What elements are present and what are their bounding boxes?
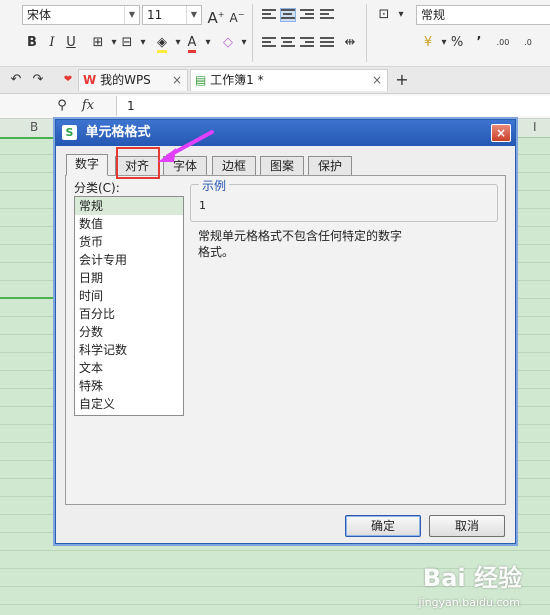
justify-icon[interactable] xyxy=(320,37,334,49)
chevron-down-icon[interactable]: ▾ xyxy=(133,33,153,53)
underline-button[interactable]: U xyxy=(61,33,81,53)
redo-icon[interactable]: ↷ xyxy=(28,70,48,90)
list-item[interactable]: 科学记数 xyxy=(75,341,183,359)
shrink-font-button[interactable]: A− xyxy=(227,5,247,25)
align-center-icon[interactable] xyxy=(281,37,295,49)
tab-patterns[interactable]: 图案 xyxy=(260,156,304,175)
align-right-icon[interactable] xyxy=(300,37,314,49)
list-item[interactable]: 文本 xyxy=(75,359,183,377)
column-header-i[interactable]: I xyxy=(533,120,537,134)
description-line: 格式。 xyxy=(198,245,235,259)
grow-font-button[interactable]: A+ xyxy=(206,5,226,27)
document-tab-bar: ↶ ↷ ❤ W 我的WPS × ▤ 工作簿1 * × + xyxy=(0,67,550,94)
category-label: 分类(C): xyxy=(74,181,120,195)
distribute-icon: ⇹ xyxy=(344,35,356,50)
formula-input[interactable]: 1 xyxy=(116,96,550,116)
tab-workbook-label: 工作簿1 * xyxy=(210,73,264,87)
tab-my-wps-label: 我的WPS xyxy=(100,73,151,87)
eraser-icon: ◇ xyxy=(223,35,233,50)
list-item[interactable]: 货币 xyxy=(75,233,183,251)
wrap-text-icon[interactable] xyxy=(320,9,334,21)
merge-center-icon: ⊡ xyxy=(378,7,390,22)
sample-value: 1 xyxy=(199,199,206,212)
number-tab-panel: 分类(C): 常规 数值 货币 会计专用 日期 时间 百分比 分数 科学记数 文… xyxy=(65,175,506,505)
font-name-select[interactable]: 宋体 ▼ xyxy=(22,5,140,25)
tab-protection[interactable]: 保护 xyxy=(308,156,352,175)
number-format-value: 常规 xyxy=(421,8,446,22)
cancel-button[interactable]: 取消 xyxy=(429,515,505,537)
chevron-down-icon: ▼ xyxy=(186,6,201,24)
tab-my-wps[interactable]: W 我的WPS × xyxy=(78,69,188,91)
list-item[interactable]: 时间 xyxy=(75,287,183,305)
font-size-value: 11 xyxy=(147,8,163,22)
description-line: 常规单元格格式不包含任何特定的数字 xyxy=(198,229,403,243)
undo-icon[interactable]: ↶ xyxy=(6,70,26,90)
close-icon[interactable]: × xyxy=(172,70,182,90)
column-header-b[interactable]: B xyxy=(30,120,38,134)
align-middle-icon[interactable] xyxy=(280,8,296,22)
tab-number[interactable]: 数字 xyxy=(66,154,108,176)
wps-logo-icon: W xyxy=(83,73,97,87)
tab-workbook[interactable]: ▤ 工作簿1 * × xyxy=(190,69,388,91)
chevron-down-icon[interactable]: ▾ xyxy=(391,5,411,25)
ribbon-toolbar: 宋体 ▼ 11 ▼ A+ A− B I U ⊞ ▾ ⊟ ▾ ◈ ▾ A ▾ ◇ … xyxy=(0,0,550,67)
app-icon: S xyxy=(62,125,77,140)
font-name-value: 宋体 xyxy=(27,8,52,22)
number-format-select[interactable]: 常规 xyxy=(416,5,550,25)
list-item[interactable]: 常规 xyxy=(75,197,183,215)
list-item[interactable]: 百分比 xyxy=(75,305,183,323)
sample-label: 示例 xyxy=(199,177,230,194)
list-item[interactable]: 特殊 xyxy=(75,377,183,395)
format-cells-dialog: S 单元格格式 × 数字 对齐 字体 边框 图案 保护 分类(C): 常规 数值… xyxy=(55,119,516,544)
paint-bucket-icon: ◈ xyxy=(157,36,167,53)
distribute-button[interactable]: ⇹ xyxy=(340,33,360,53)
borders-icon: ⊞ xyxy=(92,35,104,50)
italic-button[interactable]: I xyxy=(42,33,62,53)
coins-icon: ¥ xyxy=(423,35,433,50)
function-button[interactable]: fx xyxy=(78,96,98,116)
format-description: 常规单元格格式不包含任何特定的数字 格式。 xyxy=(198,228,498,260)
formula-bar: ⚲ fx 1 xyxy=(0,94,550,119)
dialog-title-bar[interactable]: S 单元格格式 × xyxy=(56,120,515,146)
list-item[interactable]: 会计专用 xyxy=(75,251,183,269)
align-bottom-icon[interactable] xyxy=(300,9,314,21)
watermark-brand: Bai 经验 xyxy=(422,564,522,592)
decrease-decimal-button[interactable]: .0 xyxy=(518,33,538,53)
close-icon[interactable]: × xyxy=(372,70,382,90)
watermark-url: jingyan.baidu.com xyxy=(418,596,520,609)
list-item[interactable]: 自定义 xyxy=(75,395,183,413)
bold-button[interactable]: B xyxy=(22,33,42,53)
selection-border-top xyxy=(0,137,60,139)
new-tab-button[interactable]: + xyxy=(392,70,412,90)
close-icon[interactable]: × xyxy=(491,124,511,142)
align-left-icon[interactable] xyxy=(262,37,276,49)
list-item[interactable]: 数值 xyxy=(75,215,183,233)
list-item[interactable]: 日期 xyxy=(75,269,183,287)
font-size-select[interactable]: 11 ▼ xyxy=(142,5,202,25)
sample-group: 示例 1 xyxy=(190,177,498,222)
percent-button[interactable]: % xyxy=(447,33,467,53)
category-list[interactable]: 常规 数值 货币 会计专用 日期 时间 百分比 分数 科学记数 文本 特殊 自定… xyxy=(74,196,184,416)
zoom-icon[interactable]: ⚲ xyxy=(52,96,72,116)
shrink-font-icon: A xyxy=(229,11,238,25)
grow-font-icon: A xyxy=(207,9,218,27)
dialog-title: 单元格格式 xyxy=(85,125,151,140)
ok-button[interactable]: 确定 xyxy=(345,515,421,537)
divider xyxy=(366,4,367,62)
pin-icon[interactable]: ❤ xyxy=(58,70,78,90)
chevron-down-icon: ▼ xyxy=(124,6,139,24)
chevron-down-icon[interactable]: ▾ xyxy=(198,33,218,53)
pointer-arrow xyxy=(158,130,214,162)
merge-icon: ⊟ xyxy=(121,35,133,50)
align-top-icon[interactable] xyxy=(262,9,276,21)
divider xyxy=(252,4,253,62)
spreadsheet-icon: ▤ xyxy=(195,73,207,87)
selection-border-bottom xyxy=(0,297,60,299)
chevron-down-icon[interactable]: ▾ xyxy=(234,33,254,53)
increase-decimal-button[interactable]: .00 xyxy=(493,33,513,53)
list-item[interactable]: 分数 xyxy=(75,323,183,341)
comma-style-button[interactable]: ’ xyxy=(469,33,489,53)
font-color-icon: A xyxy=(187,36,197,53)
